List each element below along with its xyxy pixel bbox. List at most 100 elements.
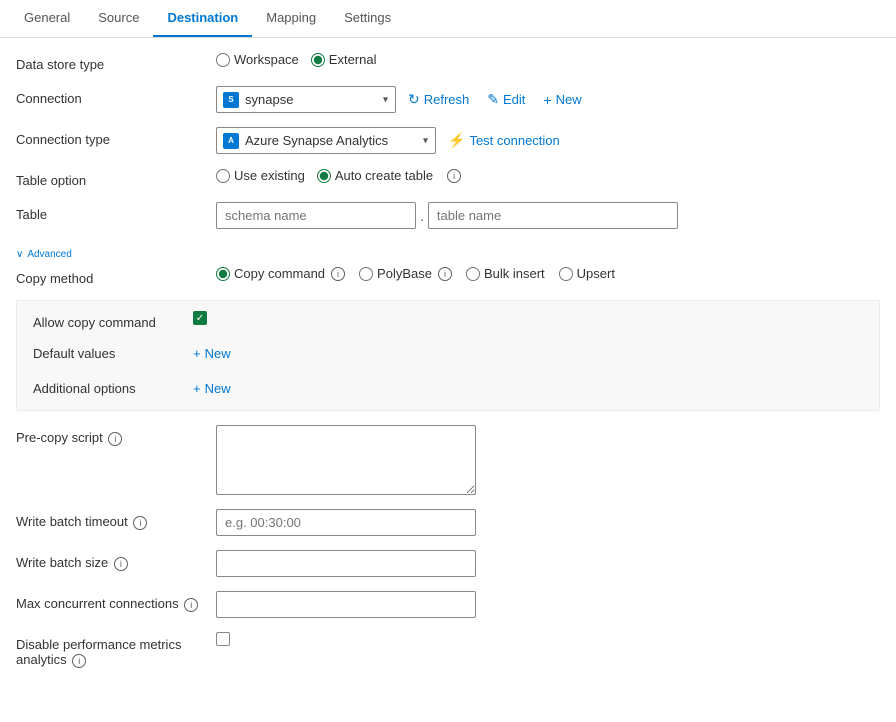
polybase-info-icon[interactable]: i	[438, 267, 452, 281]
table-row: Table .	[16, 202, 880, 229]
additional-options-row: Additional options + New	[33, 377, 863, 400]
radio-copy-command[interactable]: Copy command i	[216, 266, 345, 281]
advanced-panel: Allow copy command ✓ Default values + Ne…	[16, 300, 880, 411]
connection-select[interactable]: synapse	[216, 86, 396, 113]
copy-method-label: Copy method	[16, 266, 216, 286]
additional-options-new-button[interactable]: + New	[193, 377, 231, 400]
write-batch-timeout-row: Write batch timeout i	[16, 509, 880, 536]
tab-settings[interactable]: Settings	[330, 0, 405, 37]
radio-auto-create[interactable]: Auto create table	[317, 168, 433, 183]
radio-workspace-input[interactable]	[216, 53, 230, 67]
table-control: .	[216, 202, 880, 229]
data-store-type-label: Data store type	[16, 52, 216, 72]
max-concurrent-connections-info-icon[interactable]: i	[184, 598, 198, 612]
radio-use-existing-input[interactable]	[216, 169, 230, 183]
pre-copy-script-info-icon[interactable]: i	[108, 432, 122, 446]
radio-external-input[interactable]	[311, 53, 325, 67]
connection-type-control: A Azure Synapse Analytics ▾ ⚡ Test conne…	[216, 127, 880, 154]
max-concurrent-connections-control	[216, 591, 880, 618]
allow-copy-command-checkbox[interactable]: ✓	[193, 311, 207, 325]
pre-copy-script-control	[216, 425, 880, 495]
connection-select-wrapper: S synapse ▾	[216, 86, 396, 113]
write-batch-timeout-label: Write batch timeout i	[16, 509, 216, 530]
schema-table-group: .	[216, 202, 678, 229]
dot-separator: .	[420, 208, 424, 224]
write-batch-size-info-icon[interactable]: i	[114, 557, 128, 571]
max-concurrent-connections-input[interactable]	[216, 591, 476, 618]
radio-upsert-label: Upsert	[577, 266, 615, 281]
new-connection-label: New	[556, 92, 582, 107]
additional-options-control: + New	[193, 377, 863, 400]
write-batch-timeout-info-icon[interactable]: i	[133, 516, 147, 530]
radio-polybase-label: PolyBase	[377, 266, 432, 281]
radio-upsert[interactable]: Upsert	[559, 266, 615, 281]
connection-type-select[interactable]: Azure Synapse Analytics	[216, 127, 436, 154]
pre-copy-script-textarea[interactable]	[216, 425, 476, 495]
radio-bulk-insert[interactable]: Bulk insert	[466, 266, 545, 281]
advanced-toggle[interactable]: ∨ Advanced	[16, 243, 880, 266]
radio-upsert-input[interactable]	[559, 267, 573, 281]
radio-copy-command-input[interactable]	[216, 267, 230, 281]
radio-polybase[interactable]: PolyBase i	[359, 266, 452, 281]
allow-copy-command-label: Allow copy command	[33, 311, 193, 330]
write-batch-size-input[interactable]	[216, 550, 476, 577]
radio-bulk-insert-label: Bulk insert	[484, 266, 545, 281]
connection-type-select-wrapper: A Azure Synapse Analytics ▾	[216, 127, 436, 154]
new-connection-button[interactable]: + New	[537, 88, 587, 112]
table-option-row: Table option Use existing Auto create ta…	[16, 168, 880, 188]
default-values-label: Default values	[33, 342, 193, 361]
table-label: Table	[16, 202, 216, 222]
checkmark-icon: ✓	[196, 313, 204, 324]
default-values-new-button[interactable]: + New	[193, 342, 231, 365]
pre-copy-script-label: Pre-copy script i	[16, 425, 216, 446]
connection-row: Connection S synapse ▾ ↻ Refresh ✎ Edit …	[16, 86, 880, 113]
radio-auto-create-label: Auto create table	[335, 168, 433, 183]
data-store-type-row: Data store type Workspace External	[16, 52, 880, 72]
schema-input[interactable]	[216, 202, 416, 229]
edit-icon: ✎	[487, 91, 499, 108]
connection-control: S synapse ▾ ↻ Refresh ✎ Edit + New	[216, 86, 880, 113]
synapse-icon: S	[223, 92, 239, 108]
table-option-label: Table option	[16, 168, 216, 188]
test-connection-button[interactable]: ⚡ Test connection	[442, 128, 566, 153]
tab-general[interactable]: General	[10, 0, 84, 37]
table-option-control: Use existing Auto create table i	[216, 168, 880, 183]
table-input[interactable]	[428, 202, 678, 229]
radio-workspace[interactable]: Workspace	[216, 52, 299, 67]
tab-source[interactable]: Source	[84, 0, 153, 37]
radio-workspace-label: Workspace	[234, 52, 299, 67]
disable-performance-label: Disable performance metrics analytics i	[16, 632, 216, 668]
refresh-button[interactable]: ↻ Refresh	[402, 87, 475, 112]
write-batch-size-control	[216, 550, 880, 577]
additional-options-plus-icon: +	[193, 381, 201, 396]
azure-icon: A	[223, 133, 239, 149]
copy-method-control: Copy command i PolyBase i Bulk insert Up…	[216, 266, 880, 281]
max-concurrent-connections-row: Max concurrent connections i	[16, 591, 880, 618]
tab-destination[interactable]: Destination	[153, 0, 252, 37]
test-connection-icon: ⚡	[448, 132, 465, 149]
advanced-toggle-label: Advanced	[27, 249, 71, 260]
tab-mapping[interactable]: Mapping	[252, 0, 330, 37]
allow-copy-command-row: Allow copy command ✓	[33, 311, 863, 330]
radio-auto-create-input[interactable]	[317, 169, 331, 183]
radio-use-existing[interactable]: Use existing	[216, 168, 305, 183]
radio-copy-command-label: Copy command	[234, 266, 325, 281]
default-values-plus-icon: +	[193, 346, 201, 361]
write-batch-timeout-input[interactable]	[216, 509, 476, 536]
new-connection-plus-icon: +	[543, 92, 551, 108]
pre-copy-script-row: Pre-copy script i	[16, 425, 880, 495]
disable-performance-info-icon[interactable]: i	[72, 654, 86, 668]
radio-polybase-input[interactable]	[359, 267, 373, 281]
allow-copy-command-control: ✓	[193, 311, 863, 325]
edit-button[interactable]: ✎ Edit	[481, 87, 531, 112]
radio-external[interactable]: External	[311, 52, 377, 67]
table-option-info-icon[interactable]: i	[447, 169, 461, 183]
default-values-control: + New	[193, 342, 863, 365]
radio-bulk-insert-input[interactable]	[466, 267, 480, 281]
refresh-icon: ↻	[408, 91, 420, 108]
write-batch-timeout-control	[216, 509, 880, 536]
copy-command-info-icon[interactable]: i	[331, 267, 345, 281]
disable-performance-checkbox[interactable]	[216, 632, 230, 646]
radio-use-existing-label: Use existing	[234, 168, 305, 183]
disable-performance-row: Disable performance metrics analytics i	[16, 632, 880, 668]
